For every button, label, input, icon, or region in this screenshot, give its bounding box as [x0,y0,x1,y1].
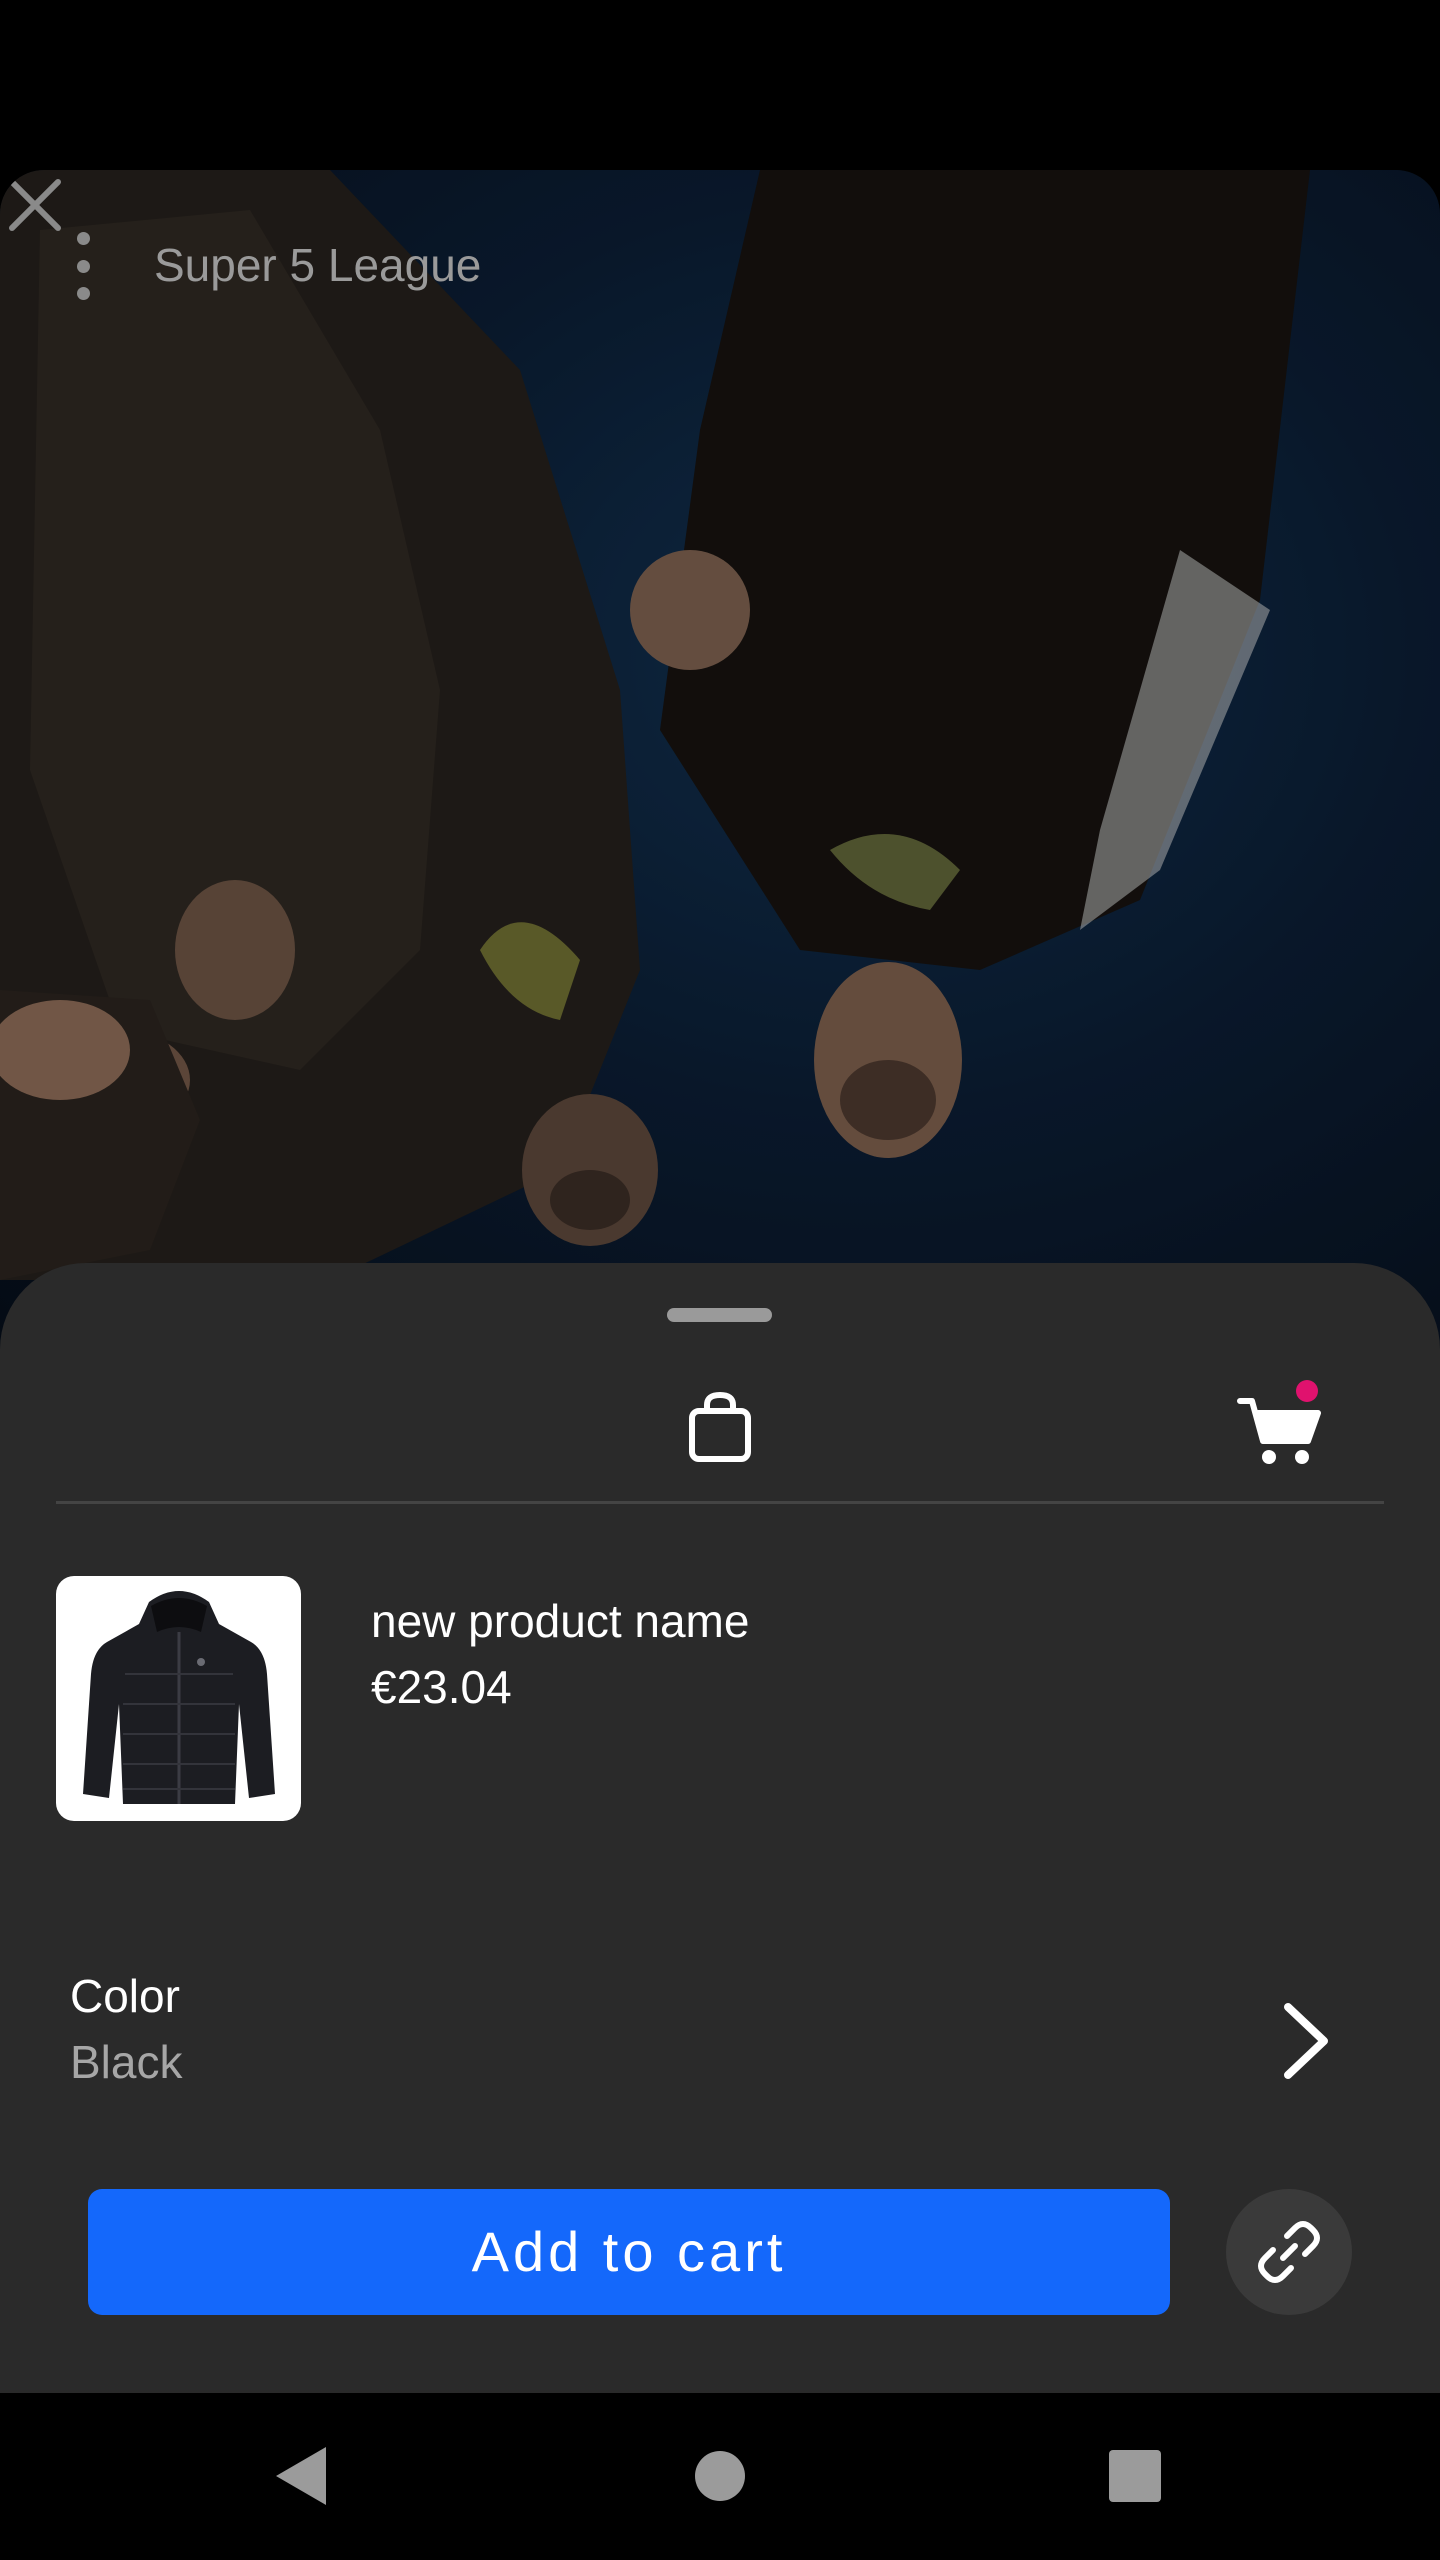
video-frame [0,170,1440,1370]
sheet-tab-row [0,1363,1440,1503]
channel-title: Super 5 League [154,239,482,291]
color-option-row[interactable]: Color Black [0,1943,1440,2103]
product-price: €23.04 [371,1661,512,1713]
add-to-cart-button[interactable]: Add to cart [88,2189,1170,2315]
product-item[interactable]: new product name €23.04 [56,1576,1384,1822]
sheet-divider [56,1501,1384,1504]
kebab-dot [76,232,90,245]
jacket-icon [82,1590,275,1804]
system-nav-bar [0,2393,1440,2560]
chevron-right-icon [1284,2003,1328,2079]
shopping-bag-icon [689,1391,751,1462]
close-icon[interactable] [0,170,70,240]
copy-link-button[interactable] [1226,2189,1352,2315]
tab-shopping-bag[interactable] [676,1383,764,1471]
link-icon [1258,2221,1320,2283]
video-top-bar: Super 5 League [0,170,1440,345]
product-name: new product name [371,1595,750,1647]
video-player[interactable]: Super 5 League [0,170,1440,1370]
kebab-dot [76,259,90,273]
color-option-value: Black [70,2036,183,2088]
screen: Super 5 League new product name €23.04 C… [0,0,1440,2560]
color-option-label: Color [70,1970,180,2022]
recents-icon[interactable] [1109,2450,1161,2502]
cart-notification-dot [1296,1380,1318,1402]
cart-icon[interactable] [1236,1391,1326,1471]
product-thumbnail [56,1576,301,1821]
kebab-dot [76,287,90,300]
back-icon[interactable] [272,2443,332,2509]
home-icon[interactable] [695,2451,745,2501]
product-bottom-sheet: new product name €23.04 Color Black Add … [0,1263,1440,2393]
sheet-drag-handle[interactable] [667,1308,772,1322]
